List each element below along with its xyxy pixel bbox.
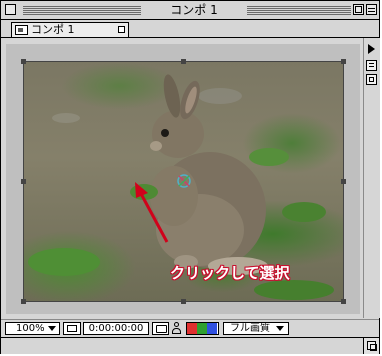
annotation-label: クリックして選択	[170, 264, 290, 282]
title-stripes-left	[23, 5, 141, 15]
side-panel	[363, 38, 380, 318]
tab-close-icon[interactable]	[118, 26, 125, 33]
layer-frame[interactable]: クリックして選択	[23, 61, 344, 302]
channel-selector[interactable]	[186, 322, 219, 335]
chevron-down-icon	[48, 326, 56, 331]
show-snapshot-icon[interactable]	[172, 322, 182, 335]
handle-bottom-left[interactable]	[21, 299, 26, 304]
rabbit-photo[interactable]: クリックして選択	[24, 62, 343, 301]
tab-label: コンポ 1	[31, 23, 75, 36]
title-stripes-right	[247, 5, 351, 15]
view-options-icon[interactable]	[366, 74, 377, 85]
chevron-down-icon	[276, 326, 284, 331]
handle-bottom-right[interactable]	[341, 299, 346, 304]
snapshot-icon[interactable]	[152, 322, 169, 335]
panel-menu-arrow-icon[interactable]	[368, 44, 375, 54]
resolution-value: フル画質	[230, 323, 270, 334]
horizontal-scrollbar[interactable]	[1, 337, 379, 354]
status-bar: 100% 0:00:00:00 フル画質	[1, 319, 379, 337]
blue-channel-icon	[207, 323, 217, 334]
handle-middle-left[interactable]	[21, 179, 26, 184]
handle-top-center[interactable]	[181, 59, 186, 64]
composition-viewer[interactable]: クリックして選択	[6, 44, 360, 314]
handle-middle-right[interactable]	[341, 179, 346, 184]
title-bar[interactable]: コンポ 1	[1, 1, 379, 20]
composition-icon	[15, 25, 28, 35]
zoom-box[interactable]	[353, 4, 364, 15]
composition-window: コンポ 1 コンポ 1 クリックして選択 100% 0:00:00:00 フル画…	[0, 0, 380, 354]
tab-divider	[1, 37, 379, 38]
handle-top-left[interactable]	[21, 59, 26, 64]
tab-row: コンポ 1	[1, 20, 379, 38]
flowchart-icon[interactable]	[366, 60, 377, 71]
collapse-box[interactable]	[366, 4, 377, 15]
green-channel-icon	[197, 323, 207, 334]
zoom-dropdown[interactable]: 100%	[5, 322, 60, 335]
resize-grip-icon[interactable]	[363, 338, 379, 354]
timecode-field[interactable]: 0:00:00:00	[83, 322, 149, 335]
safe-area-icon[interactable]	[63, 322, 81, 335]
handle-top-right[interactable]	[341, 59, 346, 64]
tab-composition[interactable]: コンポ 1	[11, 22, 129, 38]
close-box[interactable]	[5, 4, 16, 15]
resolution-dropdown[interactable]: フル画質	[223, 322, 289, 335]
zoom-value: 100%	[16, 323, 45, 334]
handle-bottom-center[interactable]	[181, 299, 186, 304]
window-title: コンポ 1	[170, 3, 218, 17]
red-channel-icon	[187, 323, 197, 334]
